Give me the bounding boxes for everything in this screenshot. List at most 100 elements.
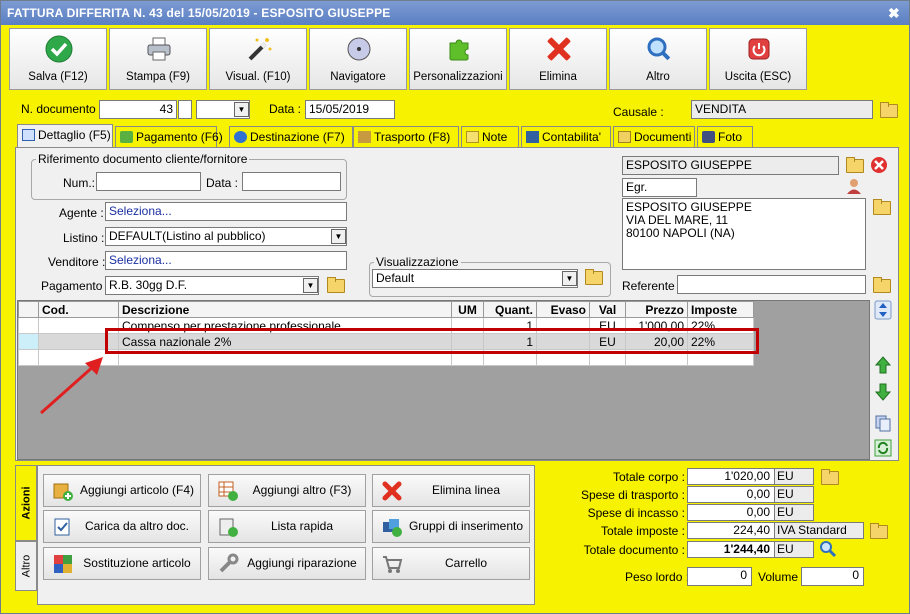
quick-list-button[interactable]: Lista rapida [208, 510, 366, 543]
print-button[interactable]: Stampa (F9) [109, 28, 207, 90]
totale-corpo-folder-icon[interactable] [819, 467, 839, 485]
remove-customer-icon[interactable] [870, 156, 888, 174]
spese-trasporto-value[interactable]: 0,00 [687, 486, 775, 503]
customer-address[interactable]: ESPOSITO GIUSEPPE VIA DEL MARE, 11 80100… [622, 198, 866, 270]
zoom-icon[interactable] [819, 540, 837, 558]
move-top-icon[interactable] [874, 300, 892, 320]
copy-icon[interactable] [874, 413, 892, 433]
other-button-label: Altro [646, 71, 670, 83]
tab-dettaglio[interactable]: Dettaglio (F5) [17, 124, 113, 148]
exit-button[interactable]: Uscita (ESC) [709, 28, 807, 90]
row-indicator-header [18, 301, 39, 318]
tab-destinazione-label: Destinazione (F7) [250, 130, 345, 144]
chevron-down-icon[interactable]: ▼ [234, 102, 249, 117]
causale-folder-icon[interactable] [878, 100, 898, 118]
customer-folder-icon[interactable] [844, 155, 864, 173]
move-down-icon[interactable] [874, 382, 892, 402]
listino-select[interactable]: DEFAULT(Listino al pubblico) [105, 227, 347, 246]
groups-button[interactable]: Gruppi di inserimento [372, 510, 530, 543]
tab-contabilita[interactable]: Contabilita' [521, 126, 611, 148]
ndoc-suffix-input[interactable] [178, 100, 192, 119]
column-header[interactable]: UM [451, 301, 484, 318]
add-other-label: Aggiungi altro (F3) [252, 483, 352, 497]
causale-input[interactable]: VENDITA [691, 100, 873, 119]
window-title-text: FATTURA DIFFERITA N. 43 del 15/05/2019 -… [7, 6, 391, 20]
lines-grid[interactable]: Cod. Descrizione UM Quant. Evaso Val Pre… [17, 300, 870, 460]
row-indicator [18, 317, 39, 334]
tab-destinazione[interactable]: Destinazione (F7) [229, 126, 353, 148]
spese-incasso-value[interactable]: 0,00 [687, 504, 775, 521]
address-folder-icon[interactable] [871, 197, 891, 215]
tab-trasporto[interactable]: Trasporto (F8) [353, 126, 459, 148]
visualize-button[interactable]: Visual. (F10) [209, 28, 307, 90]
cart-button[interactable]: Carrello [372, 547, 530, 580]
date-input[interactable]: 15/05/2019 [305, 100, 395, 119]
referente-folder-icon[interactable] [871, 275, 891, 293]
column-header[interactable]: Val [589, 301, 626, 318]
chevron-down-icon[interactable]: ▼ [562, 271, 577, 286]
close-icon[interactable]: ✖ [885, 4, 903, 22]
refresh-icon[interactable] [874, 438, 892, 458]
tab-pagamento[interactable]: Pagamento (F6) [115, 126, 223, 148]
peso-lordo-input[interactable]: 0 [687, 567, 752, 586]
ref-date-input[interactable] [242, 172, 341, 191]
visualizzazione-folder-icon[interactable] [583, 267, 603, 285]
customer-name-input[interactable]: ESPOSITO GIUSEPPE [622, 156, 839, 175]
tab-note[interactable]: Note [461, 126, 519, 148]
column-header[interactable]: Evaso [536, 301, 590, 318]
load-doc-button[interactable]: Carica da altro doc. [43, 510, 201, 543]
num-label: Num.: [63, 176, 96, 190]
ndoc-input[interactable]: 43 [99, 100, 177, 119]
venditore-input[interactable]: Seleziona... [105, 251, 347, 270]
add-repair-label: Aggiungi riparazione [247, 556, 357, 570]
other-button[interactable]: Altro [609, 28, 707, 90]
imposte-folder-icon[interactable] [868, 521, 888, 539]
column-header[interactable]: Descrizione [118, 301, 452, 318]
add-other-button[interactable]: Aggiungi altro (F3) [208, 474, 366, 507]
delete-line-button[interactable]: Elimina linea [372, 474, 530, 507]
chevron-down-icon[interactable]: ▼ [303, 278, 318, 293]
pagamento-label: Pagamento : [41, 279, 110, 293]
quick-list-label: Lista rapida [270, 519, 334, 533]
column-header[interactable]: Prezzo [625, 301, 688, 318]
date-label: Data : [269, 102, 302, 116]
highlight-box [105, 328, 759, 354]
column-header[interactable]: Imposte [687, 301, 754, 318]
repair-icon [219, 553, 239, 573]
num-input[interactable] [96, 172, 201, 191]
replace-article-button[interactable]: Sostituzione articolo [43, 547, 201, 580]
navigator-button[interactable]: Navigatore [309, 28, 407, 90]
customize-button[interactable]: Personalizzazioni [409, 28, 507, 90]
volume-input[interactable]: 0 [801, 567, 864, 586]
tab-documenti[interactable]: Documenti [613, 126, 695, 148]
spese-trasporto-label: Spese di trasporto : [580, 488, 685, 502]
pagamento-folder-icon[interactable] [325, 275, 345, 293]
load-doc-label: Carica da altro doc. [84, 519, 190, 533]
check-icon [45, 35, 73, 63]
chevron-down-icon[interactable]: ▼ [331, 229, 346, 244]
visualizzazione-select[interactable]: Default [372, 269, 578, 288]
totale-imposte-unit: IVA Standard [774, 522, 864, 539]
totale-documento-label: Totale documento : [583, 543, 685, 557]
tab-altro[interactable]: Altro [15, 541, 37, 591]
spese-incasso-label: Spese di incasso : [587, 506, 685, 520]
save-button[interactable]: Salva (F12) [9, 28, 107, 90]
delete-button[interactable]: Elimina [509, 28, 607, 90]
column-header[interactable]: Cod. [38, 301, 119, 318]
move-up-icon[interactable] [874, 355, 892, 375]
pagamento-select[interactable]: R.B. 30gg D.F. [105, 276, 319, 295]
agente-input[interactable]: Seleziona... [105, 202, 347, 221]
add-article-button[interactable]: Aggiungi articolo (F4) [43, 474, 201, 507]
tab-foto[interactable]: Foto [697, 126, 753, 148]
column-header[interactable]: Quant. [483, 301, 537, 318]
add-repair-button[interactable]: Aggiungi riparazione [208, 547, 366, 580]
invoice-window: FATTURA DIFFERITA N. 43 del 15/05/2019 -… [0, 0, 910, 614]
person-search-icon[interactable] [844, 177, 864, 195]
referente-input[interactable] [677, 275, 866, 294]
peso-lordo-label: Peso lordo : [625, 570, 690, 584]
title-input[interactable]: Egr. [622, 178, 697, 197]
tab-azioni[interactable]: Azioni [15, 465, 37, 541]
compass-icon [347, 37, 371, 61]
tab-trasporto-label: Trasporto (F8) [374, 130, 451, 144]
groups-icon [383, 519, 402, 537]
